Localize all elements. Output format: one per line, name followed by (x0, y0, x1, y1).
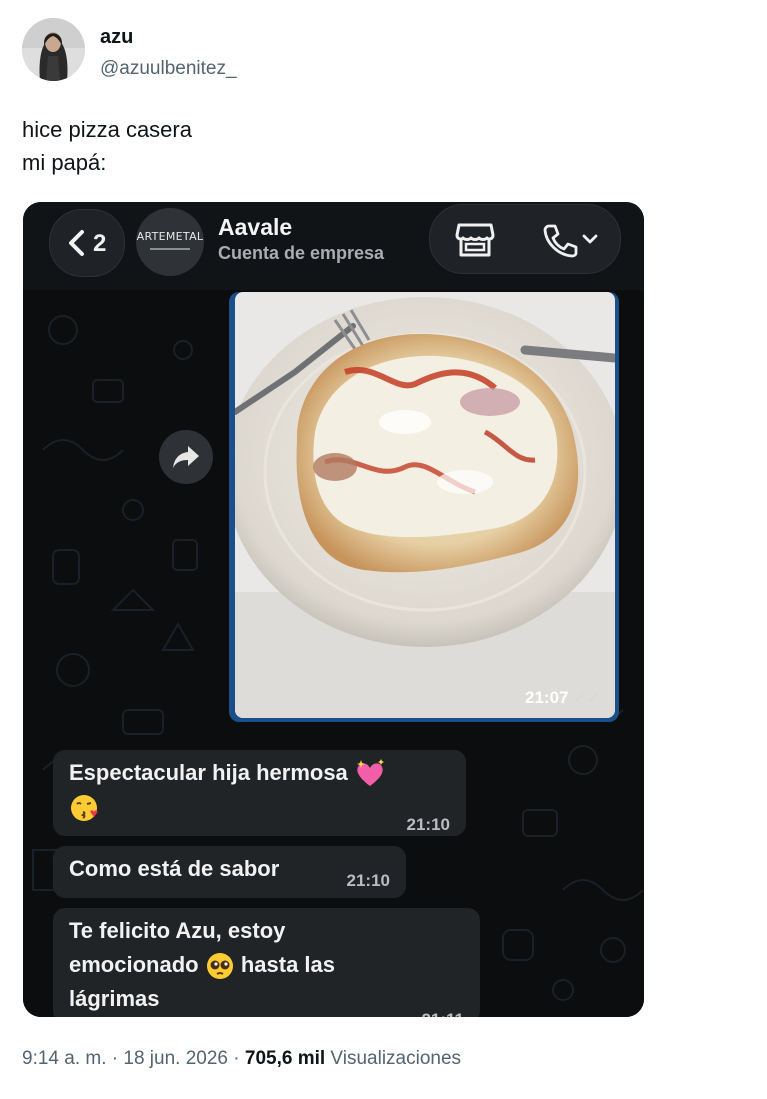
message-time: 21:10 (346, 871, 390, 890)
contact-subtitle: Cuenta de empresa (218, 243, 385, 263)
header-actions (429, 204, 621, 274)
pleading-face-emoji (206, 953, 233, 980)
message-time: 21:11 (421, 1003, 464, 1017)
contact-name[interactable]: Aavale (218, 214, 292, 241)
message-bubble[interactable]: Espectacular hija hermosa 21:10 (53, 750, 466, 836)
chevron-down-icon[interactable] (582, 233, 598, 245)
message-text-line: lágrimas (69, 986, 160, 1011)
photo-timestamp: 21:07 ✓✓ (525, 688, 601, 708)
message-time: 21:10 (406, 815, 450, 834)
read-ticks-icon: ✓✓ (572, 688, 602, 707)
unread-count: 2 (93, 230, 107, 257)
message-text-part: Espectacular hija hermosa (69, 760, 348, 785)
message-text: Te felicito Azu, estoy emocionado hasta … (69, 914, 335, 1016)
meta-separator: · (106, 1048, 124, 1069)
message-text-part: hasta las (240, 952, 335, 977)
photo-message[interactable]: 21:07 ✓✓ (229, 292, 619, 722)
store-icon[interactable] (454, 221, 496, 259)
back-button[interactable]: 2 (49, 209, 125, 277)
avatar[interactable] (22, 18, 85, 81)
contact-avatar[interactable]: ARTEMETAL (136, 208, 204, 276)
sparkling-heart-emoji (356, 759, 384, 787)
pizza-image (235, 292, 615, 718)
forward-icon (173, 446, 199, 468)
tweet-text-line: mi papá: (22, 150, 107, 175)
tweet-time[interactable]: 9:14 a. m. (22, 1048, 107, 1069)
tweet-header: azu @azuulbenitez_ (22, 18, 742, 82)
message-text-part: emocionado (69, 952, 199, 977)
meta-separator: · (227, 1048, 245, 1069)
contact-logo-text: ARTEMETAL (136, 230, 204, 243)
message-bubble[interactable]: Como está de sabor 21:10 (53, 846, 406, 898)
forward-button[interactable] (159, 430, 213, 484)
chat-header: 2 ARTEMETAL Aavale Cuenta de empresa (23, 202, 644, 290)
pizza-photo[interactable]: 21:07 ✓✓ (235, 292, 615, 718)
message-bubble[interactable]: Te felicito Azu, estoy emocionado hasta … (53, 908, 480, 1017)
message-text-line: Te felicito Azu, estoy (69, 918, 286, 943)
tweet-text-line: hice pizza casera (22, 117, 192, 142)
photo-time-text: 21:07 (525, 688, 569, 707)
views-label: Visualizaciones (325, 1048, 462, 1069)
phone-call-icon[interactable] (540, 222, 580, 258)
kiss-face-emoji (71, 795, 98, 822)
tweet-media-image[interactable]: 2 ARTEMETAL Aavale Cuenta de empresa 21:… (23, 202, 644, 1017)
message-text: Espectacular hija hermosa (69, 756, 386, 824)
tweet-text: hice pizza casera mi papá: (22, 113, 192, 179)
tweet-meta: 9:14 a. m. · 18 jun. 2026 · 705,6 mil Vi… (22, 1048, 461, 1070)
author-name[interactable]: azu (100, 26, 133, 49)
logo-divider (150, 248, 190, 250)
tweet-date[interactable]: 18 jun. 2026 (123, 1048, 228, 1069)
chat-area: 21:07 ✓✓ Espectacular hija hermosa 21:10… (23, 290, 644, 1017)
message-text: Como está de sabor (69, 856, 280, 881)
views-count[interactable]: 705,6 mil (245, 1048, 325, 1069)
author-handle[interactable]: @azuulbenitez_ (100, 58, 237, 80)
back-chevron-icon (69, 230, 84, 256)
avatar-photo (22, 18, 85, 81)
